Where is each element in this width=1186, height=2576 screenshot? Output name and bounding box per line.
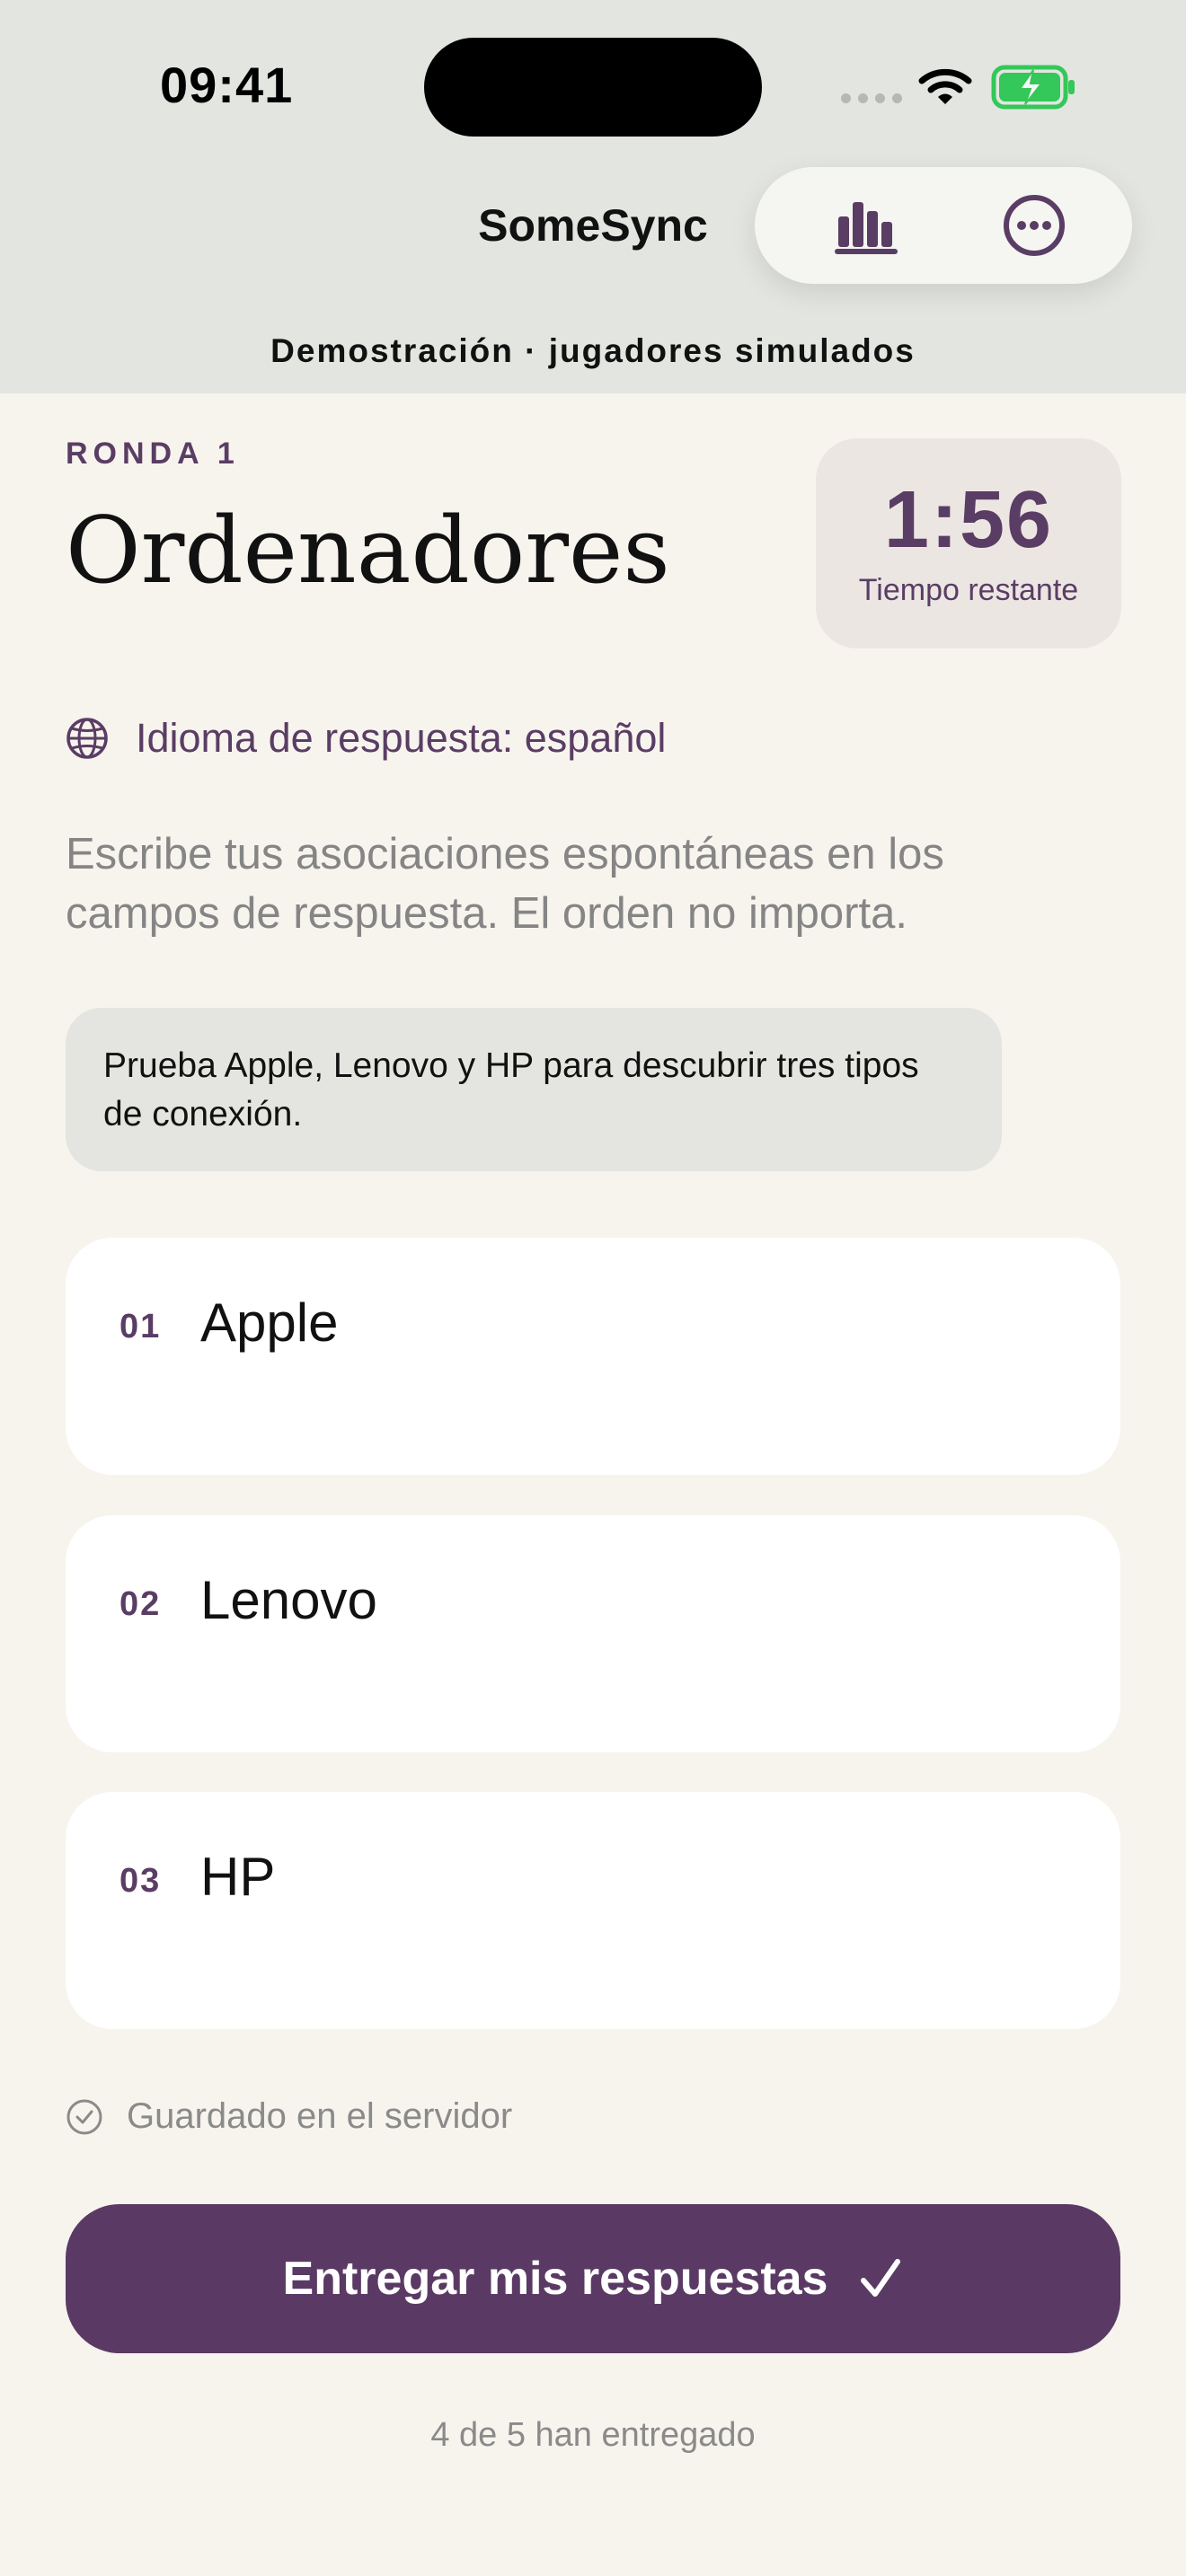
answer-number: 01 [119, 1308, 162, 1345]
cellular-signal-icon [841, 93, 902, 103]
instructions-text: Escribe tus asociaciones espontáneas en … [66, 830, 944, 938]
submit-answers-button[interactable]: Entregar mis respuestas [66, 2204, 1120, 2353]
bar-chart-icon [835, 202, 898, 254]
answer-input-value[interactable]: Apple [200, 1292, 338, 1354]
stats-button[interactable] [800, 167, 934, 284]
answer-language-label: Idioma de respuesta: español [136, 715, 667, 761]
round-label: RONDA 1 [66, 437, 240, 471]
hint-box: Prueba Apple, Lenovo y HP para descubrir… [66, 1008, 1002, 1171]
header-actions-pill [755, 167, 1132, 284]
answer-input-value[interactable]: HP [200, 1846, 275, 1908]
more-options-button[interactable] [967, 167, 1102, 284]
answer-number: 02 [119, 1585, 162, 1623]
more-options-icon [1004, 195, 1065, 256]
status-bar-time: 09:41 [160, 57, 294, 113]
answer-field-2[interactable]: 02 Lenovo [66, 1515, 1120, 1752]
battery-charging-icon [991, 65, 1075, 110]
dynamic-island [424, 38, 762, 137]
top-header: 09:41 SomeSync Demostración · jugadores … [0, 0, 1186, 393]
save-status-label: Guardado en el servidor [127, 2096, 513, 2136]
answer-field-1[interactable]: 01 Apple [66, 1238, 1120, 1475]
save-status: Guardado en el servidor [66, 2096, 512, 2137]
submit-button-label: Entregar mis respuestas [282, 2253, 828, 2305]
answer-field-3[interactable]: 03 HP [66, 1792, 1120, 2029]
app-title: SomeSync [478, 200, 708, 251]
timer-card: 1:56 Tiempo restante [816, 438, 1121, 648]
demo-mode-label: Demostración · jugadores simulados [270, 332, 916, 369]
checkmark-icon [861, 2259, 901, 2297]
answer-number: 03 [119, 1862, 162, 1900]
submitted-count: 4 de 5 han entregado [430, 2416, 756, 2454]
answer-input-value[interactable]: Lenovo [200, 1569, 377, 1631]
answer-language[interactable]: Idioma de respuesta: español [66, 715, 666, 762]
check-circle-icon [66, 2099, 102, 2134]
category-title: Ordenadores [66, 498, 670, 604]
wifi-icon [918, 68, 972, 104]
timer-value: 1:56 [883, 475, 1054, 565]
globe-icon [66, 718, 108, 759]
timer-caption: Tiempo restante [858, 573, 1079, 607]
